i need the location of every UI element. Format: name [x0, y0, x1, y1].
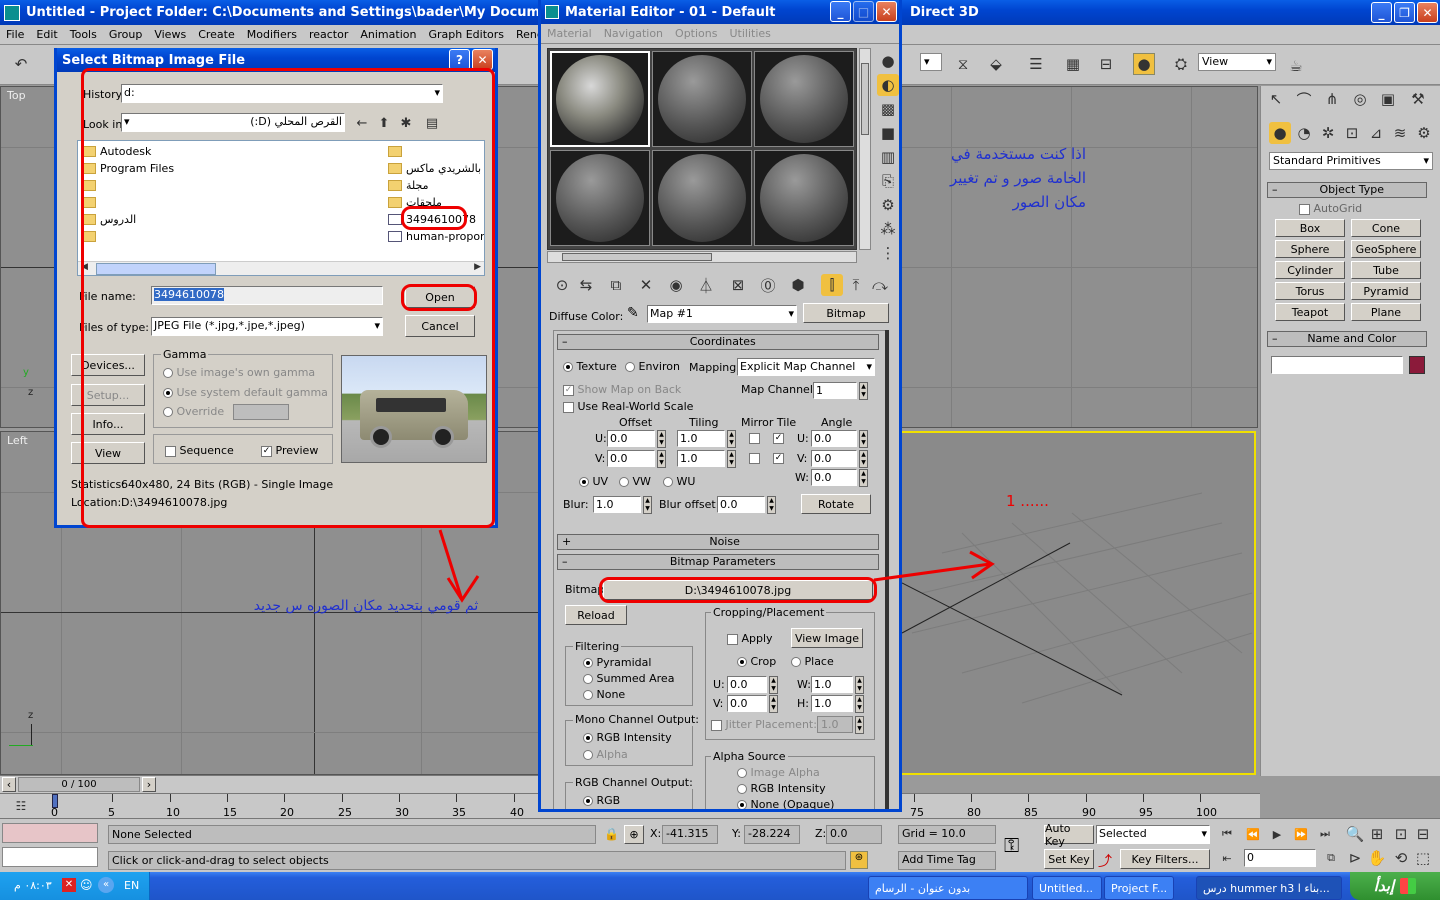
- annotation-arrows: [438, 529, 995, 603]
